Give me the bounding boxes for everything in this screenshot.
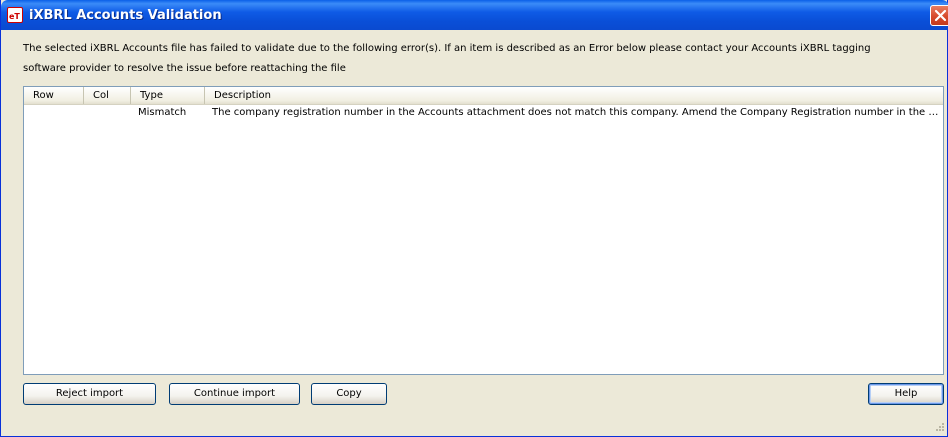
error-message-line-1: The selected iXBRL Accounts file has fai… xyxy=(23,43,871,54)
error-message-line-2: software provider to resolve the issue b… xyxy=(23,63,346,74)
column-header-description[interactable]: Description xyxy=(205,87,943,104)
validation-errors-table[interactable]: Row Col Type Description Mismatch The co… xyxy=(23,86,944,375)
title-bar[interactable]: eT iXBRL Accounts Validation xyxy=(1,0,948,30)
continue-import-button[interactable]: Continue import xyxy=(169,383,300,405)
column-header-row[interactable]: Row xyxy=(24,87,84,104)
reject-import-button[interactable]: Reject import xyxy=(23,383,156,405)
cell-type: Mismatch xyxy=(138,107,187,118)
copy-button[interactable]: Copy xyxy=(311,383,387,405)
validation-dialog: eT iXBRL Accounts Validation The selecte… xyxy=(0,0,948,437)
error-message: The selected iXBRL Accounts file has fai… xyxy=(23,39,923,79)
column-header-type[interactable]: Type xyxy=(131,87,205,104)
svg-text:eT: eT xyxy=(9,12,20,21)
cell-col xyxy=(84,105,131,121)
help-button[interactable]: Help xyxy=(868,383,944,405)
window-title: iXBRL Accounts Validation xyxy=(29,8,222,23)
cell-row xyxy=(24,105,84,121)
resize-grip-icon[interactable] xyxy=(933,420,945,432)
cell-description: The company registration number in the A… xyxy=(212,107,941,118)
app-icon: eT xyxy=(7,7,23,23)
table-header: Row Col Type Description xyxy=(24,87,943,105)
table-row[interactable]: Mismatch The company registration number… xyxy=(24,105,943,121)
column-header-col[interactable]: Col xyxy=(84,87,131,104)
close-icon[interactable] xyxy=(930,5,948,26)
